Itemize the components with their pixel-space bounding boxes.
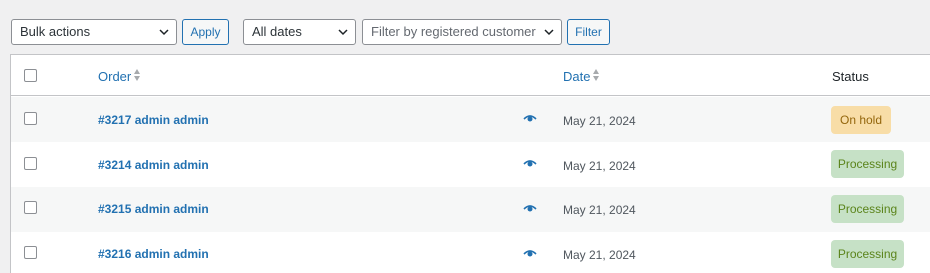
sort-icon[interactable] — [133, 68, 141, 82]
order-link[interactable]: #3214 admin admin — [98, 158, 209, 172]
chevron-down-icon — [159, 29, 169, 36]
chevron-down-icon — [338, 29, 348, 36]
eye-icon[interactable] — [523, 114, 537, 124]
row-checkbox[interactable] — [24, 157, 37, 170]
customer-filter-select[interactable]: Filter by registered customer — [362, 19, 562, 45]
table-row[interactable]: #3216 admin admin May 21, 2024 Processin… — [11, 232, 930, 273]
status-badge: Processing — [831, 150, 904, 178]
column-date[interactable]: Date — [563, 69, 590, 84]
bulk-actions-label: Bulk actions — [20, 24, 91, 39]
row-checkbox[interactable] — [24, 112, 37, 125]
status-badge: On hold — [831, 106, 891, 134]
select-all-checkbox[interactable] — [24, 69, 37, 82]
order-link[interactable]: #3215 admin admin — [98, 202, 209, 216]
order-link[interactable]: #3216 admin admin — [98, 247, 209, 261]
table-header: Order Date Status — [11, 55, 930, 96]
sort-icon[interactable] — [592, 68, 600, 82]
column-order[interactable]: Order — [98, 69, 131, 84]
date-filter-label: All dates — [252, 24, 302, 39]
order-date: May 21, 2024 — [563, 203, 636, 217]
customer-filter-placeholder: Filter by registered customer — [371, 24, 536, 39]
date-filter-select[interactable]: All dates — [243, 19, 356, 45]
table-row[interactable]: #3215 admin admin May 21, 2024 Processin… — [11, 187, 930, 232]
tablenav-top: Bulk actions Apply All dates Filter by r… — [0, 0, 930, 54]
row-checkbox[interactable] — [24, 201, 37, 214]
apply-button[interactable]: Apply — [182, 19, 229, 45]
column-status: Status — [832, 69, 869, 84]
eye-icon[interactable] — [523, 249, 537, 259]
order-date: May 21, 2024 — [563, 114, 636, 128]
orders-table: Order Date Status #3217 admin admin May … — [10, 54, 930, 273]
chevron-down-icon — [544, 29, 554, 36]
filter-button[interactable]: Filter — [567, 19, 610, 45]
order-date: May 21, 2024 — [563, 248, 636, 262]
eye-icon[interactable] — [523, 204, 537, 214]
order-link[interactable]: #3217 admin admin — [98, 113, 209, 127]
status-badge: Processing — [831, 195, 904, 223]
row-checkbox[interactable] — [24, 246, 37, 259]
order-date: May 21, 2024 — [563, 159, 636, 173]
status-badge: Processing — [831, 240, 904, 268]
table-row[interactable]: #3217 admin admin May 21, 2024 On hold — [11, 97, 930, 142]
eye-icon[interactable] — [523, 159, 537, 169]
bulk-actions-select[interactable]: Bulk actions — [11, 19, 177, 45]
table-row[interactable]: #3214 admin admin May 21, 2024 Processin… — [11, 142, 930, 187]
